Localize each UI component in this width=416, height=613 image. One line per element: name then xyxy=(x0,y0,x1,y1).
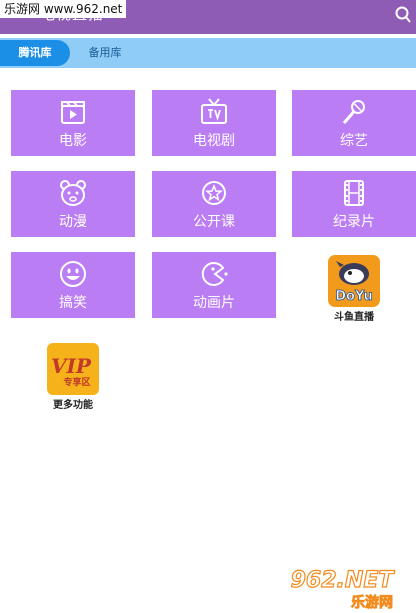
star-badge-icon xyxy=(202,181,226,205)
app-label: 更多功能 xyxy=(53,400,93,411)
app-douyu[interactable]: DoYu 斗鱼直播 xyxy=(314,255,394,327)
category-variety[interactable]: 综艺 xyxy=(292,90,416,156)
category-documentary[interactable]: 纪录片 xyxy=(292,171,416,237)
tv-icon xyxy=(201,98,227,124)
category-label: 动漫 xyxy=(59,214,87,230)
film-strip-icon xyxy=(344,180,364,206)
category-cartoon[interactable]: 动画片 xyxy=(152,252,276,318)
watermark-logo: 962.NET 乐游网 xyxy=(290,567,396,611)
watermark-brand-cn: 乐游网 xyxy=(351,594,393,611)
category-anime[interactable]: 动漫 xyxy=(11,171,135,237)
category-label: 纪录片 xyxy=(333,214,375,230)
app-more-features[interactable]: VIP 专享区 更多功能 xyxy=(33,343,113,415)
film-clapper-icon xyxy=(61,101,85,124)
category-label: 动画片 xyxy=(193,295,235,311)
category-label: 搞笑 xyxy=(59,295,87,311)
category-label: 电影 xyxy=(59,133,87,149)
smiley-icon xyxy=(60,261,86,287)
vip-logo-text: VIP xyxy=(51,354,92,378)
tab-bar: 腾讯库 备用库 xyxy=(0,38,416,68)
watermark-brand: 962.NET xyxy=(291,568,396,593)
vip-logo-subtext: 专享区 xyxy=(63,376,90,388)
category-label: 电视剧 xyxy=(193,133,235,149)
vip-zone-icon: VIP 专享区 xyxy=(47,343,99,395)
pacman-icon xyxy=(201,262,228,286)
category-label: 公开课 xyxy=(193,214,235,230)
tab-tencent-library[interactable]: 腾讯库 xyxy=(0,40,70,66)
bear-face-icon xyxy=(60,180,86,206)
watermark-top: 乐游网 www.962.net xyxy=(0,0,127,18)
category-label: 综艺 xyxy=(340,133,368,149)
microphone-icon xyxy=(342,100,365,124)
category-movie[interactable]: 电影 xyxy=(11,90,135,156)
category-tv-series[interactable]: 电视剧 xyxy=(152,90,276,156)
category-open-course[interactable]: 公开课 xyxy=(152,171,276,237)
category-comedy[interactable]: 搞笑 xyxy=(11,252,135,318)
douyu-logo-icon: DoYu xyxy=(328,255,380,307)
overflow-icon[interactable] xyxy=(392,4,412,26)
app-label: 斗鱼直播 xyxy=(334,312,374,323)
tab-backup-library[interactable]: 备用库 xyxy=(80,40,130,66)
douyu-logo-text: DoYu xyxy=(335,289,372,304)
